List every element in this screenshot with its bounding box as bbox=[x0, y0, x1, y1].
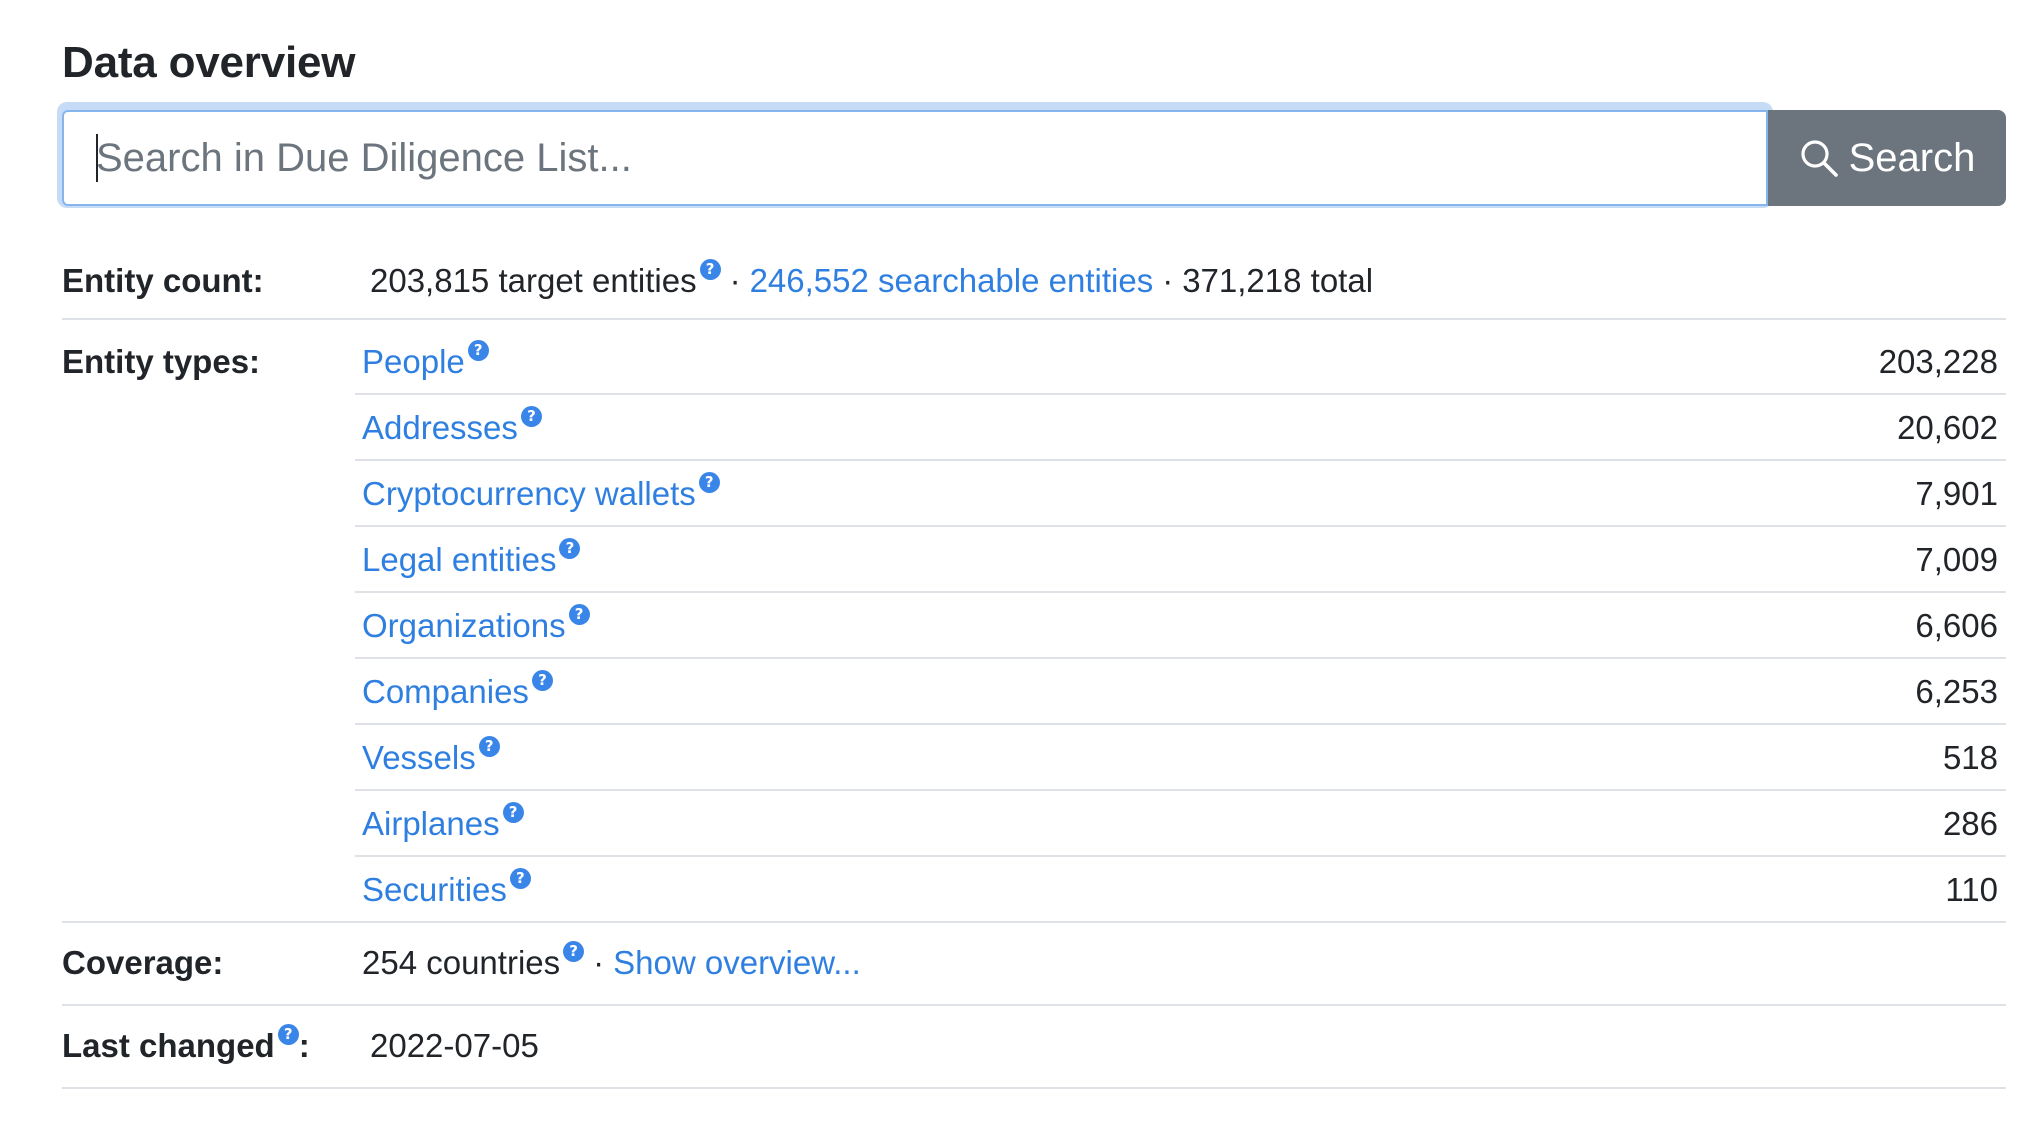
entity-type-link[interactable]: Legal entities bbox=[362, 541, 556, 578]
page-title: Data overview bbox=[62, 38, 356, 87]
text-caret bbox=[96, 134, 98, 182]
entity-type-count: 6,253 bbox=[1915, 673, 1998, 710]
entity-type-link[interactable]: Airplanes bbox=[362, 805, 500, 842]
entity-type-row: Companies? 6,253 bbox=[355, 659, 2006, 725]
separator: · bbox=[729, 262, 741, 299]
divider bbox=[62, 318, 2006, 320]
entity-type-link[interactable]: People bbox=[362, 343, 465, 380]
coverage-label: Coverage: bbox=[62, 944, 224, 981]
show-overview-link[interactable]: Show overview... bbox=[613, 944, 861, 981]
separator: · bbox=[1162, 262, 1174, 299]
help-icon[interactable]: ? bbox=[502, 802, 524, 823]
entity-type-count: 110 bbox=[1945, 871, 1998, 908]
entity-type-vessels: Vessels? bbox=[362, 736, 500, 778]
help-icon[interactable]: ? bbox=[520, 406, 542, 427]
help-icon[interactable]: ? bbox=[531, 670, 553, 691]
searchable-entities-link[interactable]: 246,552 searchable entities bbox=[750, 262, 1154, 299]
help-icon[interactable]: ? bbox=[277, 1024, 299, 1045]
entity-count-value: 203,815 target entities? · 246,552 searcha… bbox=[370, 259, 1374, 301]
divider bbox=[62, 1087, 2006, 1089]
last-changed-label: Last changed?: bbox=[62, 1024, 310, 1066]
coverage-value: 254 countries? · Show overview... bbox=[362, 941, 861, 983]
entity-type-row: Legal entities? 7,009 bbox=[355, 527, 2006, 593]
entity-type-count: 203,228 bbox=[1878, 343, 1998, 380]
entity-type-row: Airplanes? 286 bbox=[355, 791, 2006, 857]
entity-type-link[interactable]: Addresses bbox=[362, 409, 518, 446]
help-icon[interactable]: ? bbox=[467, 340, 489, 361]
entity-type-count: 7,009 bbox=[1915, 541, 1998, 578]
search-icon bbox=[1799, 138, 1839, 178]
entity-type-people: People? bbox=[362, 340, 489, 382]
entity-type-organizations: Organizations? bbox=[362, 604, 590, 646]
entity-type-row: People? 203,228 bbox=[355, 329, 2006, 395]
entity-type-row: Organizations? 6,606 bbox=[355, 593, 2006, 659]
target-entities-text: 203,815 target entities bbox=[370, 262, 697, 299]
entity-type-row: Securities? 110 bbox=[355, 857, 2006, 923]
entity-type-count: 20,602 bbox=[1897, 409, 1998, 446]
help-icon[interactable]: ? bbox=[478, 736, 500, 757]
separator: · bbox=[593, 944, 605, 981]
entity-type-row: Vessels? 518 bbox=[355, 725, 2006, 791]
search-input[interactable] bbox=[62, 110, 1768, 206]
entity-type-link[interactable]: Cryptocurrency wallets bbox=[362, 475, 696, 512]
label-colon: : bbox=[298, 1027, 310, 1064]
entity-types-label: Entity types: bbox=[62, 343, 261, 380]
last-changed-label-text: Last changed bbox=[62, 1027, 275, 1064]
data-overview-page: Data overview Search Entity count: 203,8… bbox=[0, 0, 2032, 1124]
search-button-label: Search bbox=[1848, 135, 1976, 180]
entity-type-airplanes: Airplanes? bbox=[362, 802, 524, 844]
divider bbox=[62, 921, 2006, 923]
total-entities-text: 371,218 total bbox=[1182, 262, 1374, 299]
entity-type-link[interactable]: Vessels bbox=[362, 739, 476, 776]
entity-type-count: 7,901 bbox=[1915, 475, 1998, 512]
entity-type-link[interactable]: Securities bbox=[362, 871, 507, 908]
entity-count-label: Entity count: bbox=[62, 262, 264, 299]
entity-type-count: 6,606 bbox=[1915, 607, 1998, 644]
entity-type-legal-entities: Legal entities? bbox=[362, 538, 581, 580]
entity-type-row: Addresses? 20,602 bbox=[355, 395, 2006, 461]
entity-type-crypto-wallets: Cryptocurrency wallets? bbox=[362, 472, 720, 514]
help-icon[interactable]: ? bbox=[568, 604, 590, 625]
search-button[interactable]: Search bbox=[1768, 110, 2006, 206]
entity-type-link[interactable]: Companies bbox=[362, 673, 529, 710]
entity-type-addresses: Addresses? bbox=[362, 406, 542, 448]
help-icon[interactable]: ? bbox=[699, 259, 721, 280]
entity-type-link[interactable]: Organizations bbox=[362, 607, 566, 644]
entity-type-companies: Companies? bbox=[362, 670, 553, 712]
entity-type-securities: Securities? bbox=[362, 868, 531, 910]
entity-type-count: 286 bbox=[1942, 805, 1998, 842]
help-icon[interactable]: ? bbox=[698, 472, 720, 493]
help-icon[interactable]: ? bbox=[559, 538, 581, 559]
last-changed-value: 2022-07-05 bbox=[370, 1027, 539, 1064]
entity-type-row: Cryptocurrency wallets? 7,901 bbox=[355, 461, 2006, 527]
help-icon[interactable]: ? bbox=[509, 868, 531, 889]
help-icon[interactable]: ? bbox=[563, 941, 585, 962]
countries-text: 254 countries bbox=[362, 944, 561, 981]
entity-type-count: 518 bbox=[1942, 739, 1998, 776]
divider bbox=[62, 1004, 2006, 1006]
